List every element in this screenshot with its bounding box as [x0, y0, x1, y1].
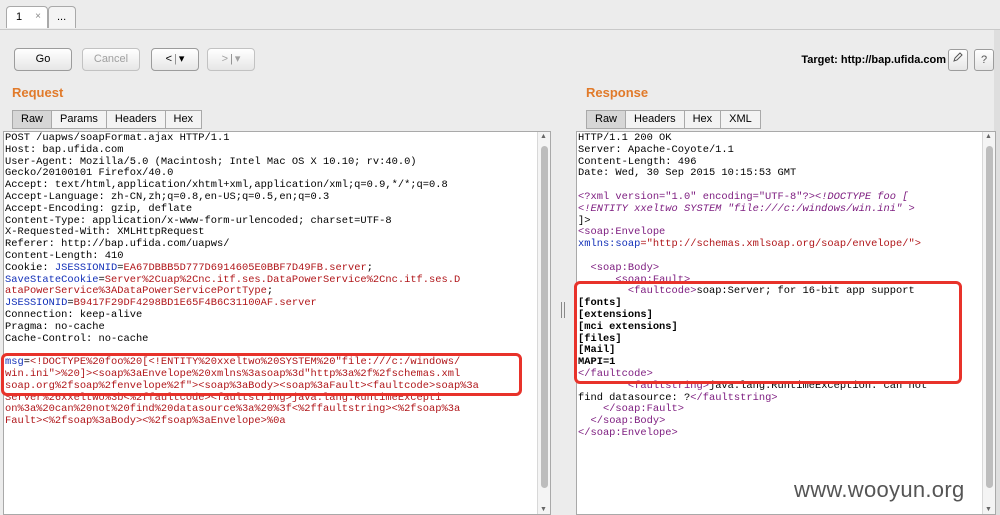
back-button[interactable]: < | ▾	[151, 48, 199, 71]
go-button[interactable]: Go	[14, 48, 72, 71]
cancel-button[interactable]: Cancel	[82, 48, 140, 71]
watermark: www.wooyun.org	[794, 477, 965, 502]
tab-more-label: ...	[57, 11, 67, 23]
chevron-down-icon[interactable]: ▾	[179, 53, 185, 65]
response-scrollbar[interactable]: ▲ ▼	[982, 132, 995, 514]
tab-hex[interactable]: Hex	[683, 110, 721, 129]
tab-params[interactable]: Params	[51, 110, 106, 129]
tab-strip: 1 × ...	[0, 0, 1000, 30]
scroll-thumb[interactable]	[541, 146, 548, 488]
scroll-up-icon[interactable]: ▲	[985, 133, 992, 140]
tab-raw[interactable]: Raw	[12, 110, 52, 129]
scroll-down-icon[interactable]: ▼	[540, 506, 547, 513]
tab-more[interactable]: ...	[48, 6, 76, 28]
close-icon[interactable]: ×	[35, 11, 41, 22]
response-title: Response	[586, 85, 649, 100]
request-scrollbar[interactable]: ▲ ▼	[537, 132, 550, 514]
target-url: http://bap.ufida.com	[840, 54, 946, 66]
request-tabs: Raw Params Headers Hex	[12, 110, 203, 129]
request-title: Request	[12, 85, 64, 100]
forward-button[interactable]: > | ▾	[207, 48, 255, 71]
tab-1[interactable]: 1 ×	[6, 6, 48, 28]
target-label: Target: http://bap.ufida.com	[760, 54, 946, 66]
response-tabs: Raw Headers Hex XML	[586, 110, 761, 129]
scroll-up-icon[interactable]: ▲	[540, 133, 547, 140]
scroll-thumb[interactable]	[986, 146, 993, 488]
tab-headers[interactable]: Headers	[625, 110, 684, 129]
tab-hex[interactable]: Hex	[164, 110, 203, 129]
request-highlight-box	[1, 353, 522, 396]
help-icon[interactable]: ?	[974, 49, 994, 71]
tab-raw[interactable]: Raw	[586, 110, 626, 129]
target-caption: Target:	[801, 54, 838, 66]
pencil-icon[interactable]	[948, 49, 968, 71]
scroll-down-icon[interactable]: ▼	[985, 506, 992, 513]
request-editor[interactable]: POST /uapws/soapFormat.ajax HTTP/1.1 Hos…	[3, 131, 551, 515]
chevron-down-icon[interactable]: ▾	[235, 53, 241, 65]
response-highlight-box	[574, 281, 962, 384]
split-handle[interactable]	[560, 300, 566, 320]
tab-headers[interactable]: Headers	[105, 110, 165, 129]
tab-1-label: 1	[16, 11, 23, 23]
tab-xml[interactable]: XML	[720, 110, 761, 129]
